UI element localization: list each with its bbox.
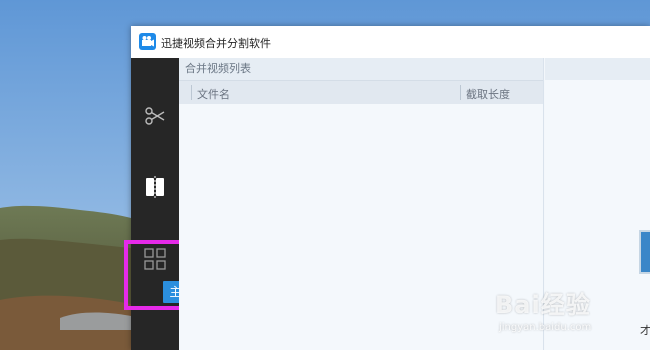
baidu-watermark: Bai经验 jingyan.baidu.com: [495, 285, 591, 333]
sidebar: 主题: [124, 58, 203, 350]
panel-title: 合并视频列表: [179, 58, 543, 80]
column-header-filename[interactable]: 文件名: [197, 86, 230, 102]
watermark-url: jingyan.baidu.com: [499, 322, 592, 333]
panel-title-text: 合并视频列表: [185, 62, 251, 75]
watermark-logo: Bai经验: [495, 291, 591, 319]
title-bar: 迅捷视频合并分割软件: [131, 26, 650, 58]
column-header-duration[interactable]: 截取长度: [466, 86, 510, 102]
scissors-icon: [145, 107, 165, 125]
merge-icon: [146, 176, 164, 198]
right-panel-text: 才: [640, 324, 650, 337]
column-separator: [460, 85, 461, 100]
right-panel-header: [545, 58, 650, 80]
monitor-icon: [639, 230, 650, 274]
table-header: 文件名 截取长度: [179, 80, 543, 104]
merge-list-panel: 合并视频列表 文件名 截取长度: [179, 58, 544, 350]
sidebar-item-split[interactable]: [131, 95, 179, 139]
app-logo-icon: [139, 33, 156, 50]
column-separator: [191, 85, 192, 100]
window-title: 迅捷视频合并分割软件: [161, 37, 271, 50]
sidebar-item-merge[interactable]: [131, 166, 179, 210]
